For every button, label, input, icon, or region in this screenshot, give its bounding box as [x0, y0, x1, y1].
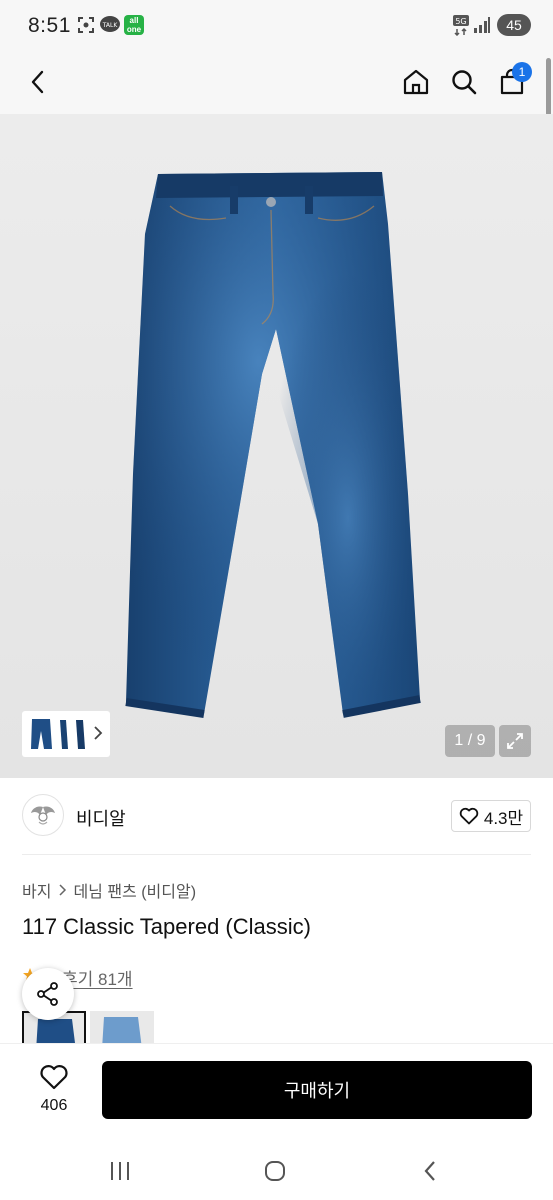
brand-like-count: 4.3만 [483, 808, 524, 828]
heart-icon [459, 807, 479, 825]
brand-like-button[interactable]: 4.3만 [451, 800, 531, 832]
expand-icon[interactable] [499, 725, 531, 757]
chevron-right-icon [94, 726, 103, 740]
home-button-icon[interactable] [255, 1158, 295, 1184]
divider [22, 854, 531, 855]
buy-button[interactable]: 구매하기 [102, 1061, 532, 1119]
kakaotalk-icon: TALK [99, 15, 121, 40]
breadcrumb-category[interactable]: 바지 [22, 878, 51, 902]
all-one-app-icon: all one [124, 15, 144, 35]
purchase-bar: 406 구매하기 [0, 1043, 553, 1140]
back-button-icon[interactable] [410, 1158, 450, 1184]
cart-count-badge: 1 [512, 62, 532, 82]
breadcrumb-subcategory[interactable]: 데님 팬츠 (비디알) [73, 878, 196, 902]
back-arrow-icon[interactable] [18, 62, 58, 102]
product-image-gallery[interactable]: 1 / 9 [0, 114, 553, 778]
gallery-thumbnails[interactable] [22, 711, 110, 757]
signal-icon [473, 16, 491, 39]
chevron-right-icon [59, 884, 67, 896]
brand-name[interactable]: 비디알 [76, 805, 126, 831]
brand-row: 비디알 4.3만 [0, 778, 553, 854]
svg-text:TALK: TALK [102, 22, 119, 29]
status-bar: 8:51 TALK all one 5G 45 [0, 0, 553, 52]
wishlist-button[interactable]: 406 [26, 1064, 82, 1115]
share-icon [37, 982, 58, 1006]
home-icon[interactable] [396, 62, 436, 102]
svg-text:5G: 5G [455, 17, 466, 26]
scrollbar[interactable] [546, 58, 551, 116]
thumbnail-jeans [31, 719, 85, 749]
shopping-bag-icon[interactable]: 1 [492, 62, 532, 102]
system-navigation-bar [0, 1140, 553, 1200]
screenshot-icon [76, 15, 96, 40]
battery-indicator: 45 [497, 14, 531, 36]
recent-apps-icon[interactable] [100, 1158, 140, 1184]
breadcrumb: 바지 데님 팬츠 (비디알) [22, 878, 196, 902]
product-title: 117 Classic Tapered (Classic) [22, 914, 311, 939]
network-5g-icon: 5G [452, 14, 470, 41]
search-icon[interactable] [444, 62, 484, 102]
status-time: 8:51 [28, 14, 71, 37]
jeans-image [125, 172, 421, 718]
top-navigation: 1 [0, 52, 553, 114]
image-counter: 1 / 9 [445, 725, 495, 757]
heart-icon [40, 1065, 68, 1090]
wishlist-count: 406 [40, 1097, 68, 1114]
brand-logo[interactable] [22, 794, 64, 836]
share-button[interactable] [22, 968, 74, 1020]
